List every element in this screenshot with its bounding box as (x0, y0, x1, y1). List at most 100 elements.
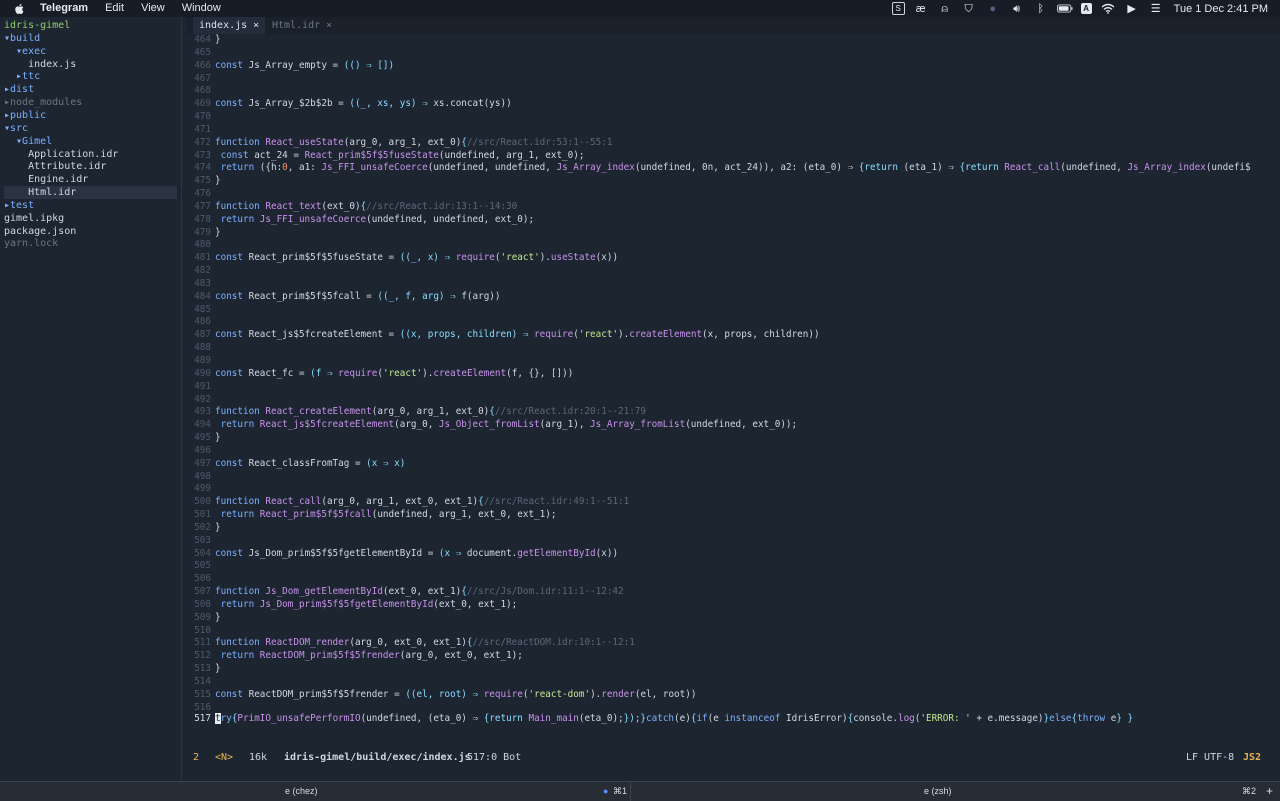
tree-item[interactable]: yarn.lock (4, 237, 58, 250)
bluetooth-icon[interactable]: ᛒ (1033, 3, 1049, 15)
code-token: ({h: (259, 162, 283, 174)
code-token: React_classFromTag = (248, 457, 367, 469)
code-line: 503 (187, 534, 215, 547)
status-area: S æ ⍝ ⛉ ● 🔊︎ ᛒ A ▶︎ ☰ Tue 1 Dec 2:41 PM (888, 0, 1280, 17)
tree-item[interactable]: package.json (4, 225, 76, 238)
terminal-tab-bar: e (chez) ● ⌘1 e (zsh) ⌘2 + (0, 781, 1280, 801)
code-token: ReactDOM_prim$5f$5frender = (248, 688, 406, 700)
code-line: 475} (187, 174, 220, 187)
code-token: (undefined, 0n, act_24)), a2: (eta_0) ⇒ (634, 162, 859, 174)
terminal-tab-chez[interactable]: e (chez) (285, 782, 318, 801)
line-number: 490 (194, 367, 211, 379)
tree-item[interactable]: ▾src (4, 122, 28, 135)
code-token: xs.concat(ys)) (433, 98, 512, 110)
code-line: 517 try{PrimIO_unsafePerformIO(undefined,… (187, 712, 1133, 725)
code-line: 513} (187, 662, 220, 675)
tree-item[interactable]: ▸dist (4, 83, 34, 96)
code-token: Js_Array_fromList (590, 419, 686, 431)
code-token: React_prim$5f$5fcall (259, 509, 372, 521)
tree-item[interactable]: gimel.ipkg (4, 212, 64, 225)
buffer-number: 2 (193, 752, 200, 763)
code-token: return (215, 650, 260, 662)
code-token: function (215, 136, 266, 148)
code-editor[interactable]: 464} 465 466 const Js_Array_empty = (() ⇒ [… (187, 34, 1280, 746)
ae-icon[interactable]: æ (913, 3, 929, 15)
app-menu-telegram[interactable]: Telegram (40, 0, 88, 17)
code-token: ((el, root) ⇒ (405, 688, 484, 700)
vpn-icon[interactable]: ⍝ (937, 3, 953, 15)
terminal-tab-zsh[interactable]: e (zsh) (924, 782, 952, 801)
line-number: 469 (194, 98, 211, 110)
code-line: 494 return React_js$5fcreateElement(arg_… (187, 418, 797, 431)
code-token: const (215, 252, 249, 264)
tab-html-idr[interactable]: Html.idr × (266, 17, 338, 34)
tree-item[interactable]: Attribute.idr (4, 160, 106, 173)
code-token: createElement (433, 367, 507, 379)
active-dot-icon: ● (603, 786, 609, 796)
code-token: function (215, 406, 266, 418)
code-token: function (215, 586, 266, 598)
wifi-icon[interactable] (1100, 3, 1116, 15)
code-token: return (215, 213, 260, 225)
code-token: document. (466, 547, 518, 559)
volume-icon[interactable]: 🔊︎ (1009, 3, 1025, 15)
line-number: 515 (194, 688, 211, 700)
code-token: } (215, 226, 221, 238)
code-line: 487 const React_js$5fcreateElement = ((x,… (187, 328, 819, 341)
code-token: const (215, 149, 255, 161)
line-number: 473 (194, 149, 211, 161)
line-number: 472 (194, 136, 211, 148)
tree-item[interactable]: Engine.idr (4, 173, 88, 186)
circle-icon[interactable]: ● (985, 3, 1001, 15)
code-token: act_24 = (254, 149, 305, 161)
tree-item[interactable]: ▸ttc (4, 70, 40, 83)
menu-window[interactable]: Window (182, 0, 221, 17)
code-token: (arg_0, (394, 419, 439, 431)
new-tab-button[interactable]: + (1266, 782, 1273, 801)
line-number: 494 (194, 419, 211, 431)
code-token: (arg_0, arg_1, ext_0) (371, 406, 490, 418)
code-token: (undefined, undefined, (427, 162, 557, 174)
tree-item[interactable]: ▾build (4, 32, 40, 45)
line-number: 517 (194, 713, 211, 724)
code-token: React_js$5fcreateElement = (248, 329, 400, 341)
control-center-icon[interactable]: ☰ (1148, 3, 1164, 15)
tab-index-js[interactable]: index.js × (193, 17, 266, 34)
mode-indicator: <N> (215, 752, 234, 763)
code-line: 495} (187, 431, 220, 444)
code-token: } (215, 521, 221, 533)
code-token: (undefined, (eta_0) ⇒ (360, 713, 484, 724)
battery-icon[interactable] (1056, 3, 1073, 15)
code-token: ((_, f, arg) ⇒ (377, 290, 462, 302)
tree-item[interactable]: index.js (4, 58, 76, 71)
menu-view[interactable]: View (141, 0, 165, 17)
input-source-icon[interactable]: A (1080, 3, 1092, 14)
shield-icon[interactable]: ⛉ (961, 3, 977, 15)
line-number: 493 (194, 406, 211, 418)
tree-item[interactable]: ▸public (4, 109, 46, 122)
tree-item[interactable]: idris-gimel (4, 19, 70, 32)
tree-item[interactable]: ▾exec (4, 45, 46, 58)
file-encoding: LF UTF-8 (1186, 752, 1235, 763)
line-number: 471 (194, 123, 211, 135)
code-token: React_prim$5f$5fuseState (304, 149, 439, 161)
tree-item[interactable]: ▾Gimel (4, 135, 52, 148)
apple-menu-icon[interactable] (14, 3, 26, 15)
menu-edit[interactable]: Edit (105, 0, 124, 17)
tree-item[interactable]: Html.idr (4, 186, 177, 200)
terminal-icon[interactable]: S (891, 2, 905, 15)
code-token: React_fc = (248, 367, 311, 379)
code-line: 477 function React_text(ext_0){//src/Reac… (187, 200, 517, 213)
code-token: (e) (674, 713, 691, 724)
pane-divider (630, 782, 631, 801)
clock[interactable]: Tue 1 Dec 2:41 PM (1174, 3, 1268, 15)
line-number: 491 (194, 380, 211, 392)
line-number: 488 (194, 342, 211, 354)
code-line: 484 const React_prim$5f$5fcall = ((_, f, … (187, 290, 500, 303)
tree-item[interactable]: Application.idr (4, 148, 118, 161)
play-icon[interactable]: ▶︎ (1124, 3, 1140, 15)
tree-item[interactable]: ▸test (4, 199, 34, 212)
code-line: 466 const Js_Array_empty = (() ⇒ []) (187, 59, 394, 72)
code-token: //src/React.idr:13:1--14:30 (366, 200, 518, 212)
tree-item[interactable]: ▸node_modules (4, 96, 82, 109)
